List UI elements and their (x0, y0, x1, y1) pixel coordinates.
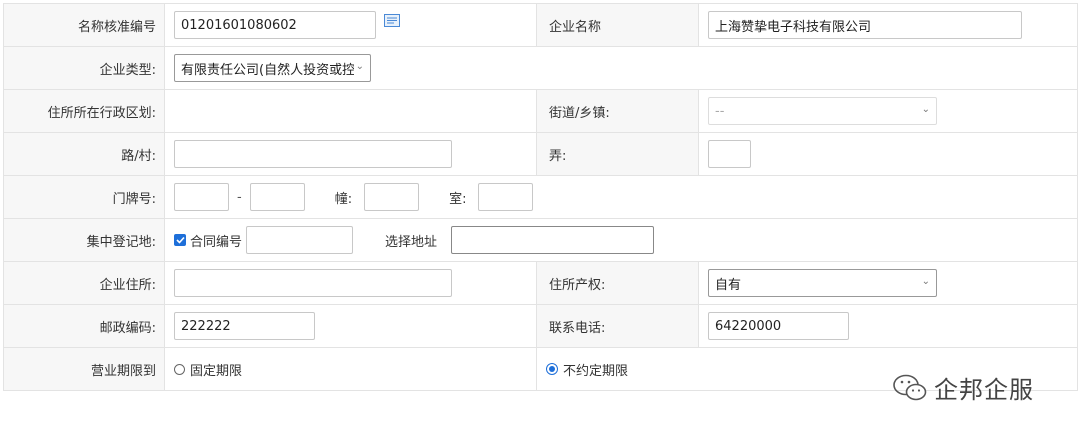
watermark: 企邦企服 (892, 370, 1034, 405)
name-check-no-input[interactable] (174, 11, 376, 39)
chevron-down-icon: ⌄ (355, 61, 364, 72)
lookup-book-icon[interactable] (384, 13, 400, 27)
door-no-input[interactable] (174, 183, 229, 211)
building-input[interactable] (364, 183, 420, 211)
company-type-label: 企业类型: (3, 46, 165, 90)
property-right-label: 住所产权: (536, 261, 699, 305)
row-company-address: 企业住所: 住所产权: 自有 ⌄ (3, 261, 1078, 305)
property-right-selected: 自有 (715, 277, 742, 293)
row-central-reg: 集中登记地: 合同编号 选择地址 (3, 218, 1078, 262)
check-icon (175, 236, 185, 244)
admin-region-label: 住所所在行政区划: (3, 89, 165, 133)
postal-code-label: 邮政编码: (3, 304, 165, 348)
room-label: 室: (449, 191, 467, 207)
chevron-down-icon: ⌄ (921, 104, 930, 115)
row-admin-region: 住所所在行政区划: 街道/乡镇: -- ⌄ (3, 89, 1078, 133)
select-address-input[interactable] (451, 226, 655, 254)
company-address-input[interactable] (174, 269, 452, 297)
wechat-icon (893, 374, 927, 400)
contract-no-label: 合同编号 (190, 234, 243, 250)
road-village-label: 路/村: (3, 132, 165, 176)
company-name-input[interactable] (708, 11, 1022, 39)
door-no-sub-input[interactable] (249, 183, 305, 211)
fixed-term-radio[interactable] (174, 363, 185, 375)
row-postal-phone: 邮政编码: 联系电话: (3, 304, 1078, 348)
central-reg-label: 集中登记地: (3, 218, 165, 262)
postal-code-input[interactable] (174, 312, 315, 340)
chevron-down-icon: ⌄ (921, 276, 930, 287)
phone-label: 联系电话: (536, 304, 699, 348)
company-address-label: 企业住所: (3, 261, 165, 305)
row-road: 路/村: 弄: (3, 132, 1078, 176)
business-term-label: 营业期限到 (3, 347, 165, 391)
contract-no-checkbox[interactable] (174, 234, 186, 246)
door-no-label: 门牌号: (3, 175, 165, 219)
lane-label: 弄: (536, 132, 699, 176)
row-door-no: 门牌号: - 幢: 室: (3, 175, 1078, 219)
company-type-select[interactable]: 有限责任公司(自然人投资或控 ⌄ (174, 54, 371, 82)
fixed-term-label: 固定期限 (190, 363, 243, 379)
select-address-label: 选择地址 (385, 234, 438, 250)
company-type-selected: 有限责任公司(自然人投资或控 (181, 62, 354, 78)
company-name-label: 企业名称 (536, 3, 699, 47)
phone-input[interactable] (708, 312, 849, 340)
lane-input[interactable] (708, 140, 751, 168)
unfixed-term-label: 不约定期限 (563, 363, 629, 379)
contract-no-input[interactable] (246, 226, 354, 254)
street-town-selected: -- (715, 103, 725, 119)
fixed-term-option[interactable]: 固定期限 (174, 360, 536, 379)
row-name-check: 名称核准编号 企业名称 (3, 3, 1078, 47)
unfixed-term-radio[interactable] (546, 363, 558, 375)
row-company-type: 企业类型: 有限责任公司(自然人投资或控 ⌄ (3, 46, 1078, 90)
road-village-input[interactable] (174, 140, 452, 168)
property-right-select[interactable]: 自有 ⌄ (708, 269, 937, 297)
room-input[interactable] (478, 183, 534, 211)
street-town-select[interactable]: -- ⌄ (708, 97, 937, 125)
watermark-text: 企邦企服 (934, 376, 1034, 404)
street-town-label: 街道/乡镇: (536, 89, 699, 133)
door-no-dash: - (237, 189, 242, 205)
name-check-no-label: 名称核准编号 (3, 3, 165, 47)
company-registration-form: 名称核准编号 企业名称 企业类型: 有限责任公司(自然人投资或控 ⌄ 住所所在行… (3, 3, 1078, 391)
building-label: 幢: (334, 191, 353, 207)
